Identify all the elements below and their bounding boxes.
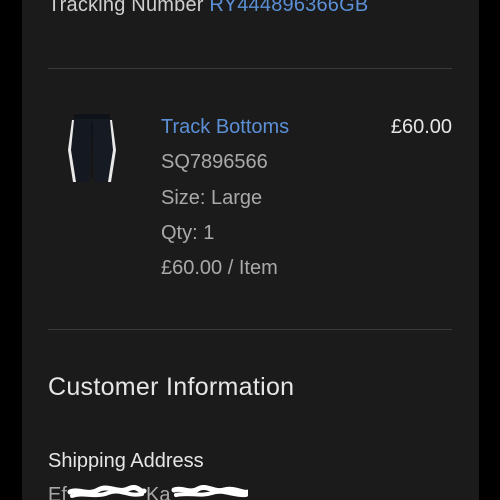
product-size: Size: Large xyxy=(161,187,263,209)
product-quantity: Qty: 1 xyxy=(161,222,215,244)
divider xyxy=(48,68,452,69)
redaction-scribble xyxy=(67,484,248,498)
customer-information-heading: Customer Information xyxy=(48,373,295,401)
product-sku: SQ7896566 xyxy=(161,151,268,173)
divider xyxy=(48,329,452,330)
tracking-row: Tracking Number RY444896366GB xyxy=(48,0,368,17)
order-details-panel: Tracking Number RY444896366GB Track Bott… xyxy=(22,0,479,500)
product-price: £60.00 xyxy=(390,116,452,138)
track-pants-image[interactable] xyxy=(62,110,122,186)
product-name-link[interactable]: Track Bottoms xyxy=(161,116,289,139)
tracking-label: Tracking Number xyxy=(48,0,204,16)
tracking-number-link[interactable]: RY444896366GB xyxy=(209,0,368,16)
track-pants-icon xyxy=(68,114,116,182)
shipping-address-line: Ef Ka xyxy=(48,484,248,500)
shipping-address-heading: Shipping Address xyxy=(48,450,204,472)
product-unit-price: £60.00 / Item xyxy=(161,257,278,279)
